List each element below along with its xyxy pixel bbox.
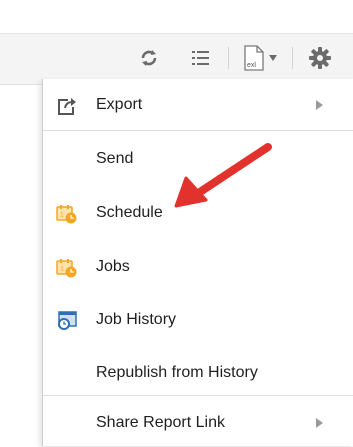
calendar-clock-icon: 1 bbox=[55, 203, 79, 225]
job-history-icon bbox=[55, 310, 79, 332]
menu-divider bbox=[43, 130, 353, 131]
menu-item-share-report-link[interactable]: Share Report Link bbox=[43, 399, 343, 447]
menu-item-republish-from-history[interactable]: Republish from History bbox=[43, 349, 343, 397]
settings-button[interactable] bbox=[306, 44, 334, 72]
menu-item-label: Job History bbox=[96, 311, 177, 328]
chevron-down-icon bbox=[269, 55, 277, 61]
calendar-clock-icon: 1 bbox=[55, 257, 79, 279]
export-format-button[interactable]: exl bbox=[238, 44, 282, 72]
menu-item-jobs[interactable]: 1 Jobs bbox=[43, 243, 343, 291]
menu-item-label: Export bbox=[96, 96, 143, 113]
list-button[interactable] bbox=[188, 44, 214, 72]
list-icon bbox=[192, 51, 209, 65]
export-file-icon: exl bbox=[244, 45, 264, 71]
menu-item-export[interactable]: Export bbox=[43, 81, 343, 129]
menu-item-label: Send bbox=[96, 150, 134, 167]
menu-divider bbox=[43, 395, 353, 396]
toolbar-separator bbox=[292, 47, 293, 69]
toolbar-separator bbox=[228, 47, 229, 69]
refresh-button[interactable] bbox=[136, 44, 162, 72]
refresh-icon bbox=[141, 50, 157, 66]
menu-item-label: Jobs bbox=[96, 258, 130, 275]
gear-icon bbox=[309, 47, 331, 69]
export-icon bbox=[55, 95, 79, 117]
report-toolbar: exl bbox=[0, 33, 353, 85]
menu-item-label: Republish from History bbox=[96, 364, 258, 381]
menu-item-send[interactable]: Send bbox=[43, 135, 343, 183]
export-file-badge: exl bbox=[247, 62, 256, 69]
menu-item-schedule[interactable]: 1 Schedule bbox=[43, 189, 343, 237]
menu-item-label: Schedule bbox=[96, 204, 163, 221]
menu-item-job-history[interactable]: Job History bbox=[43, 296, 343, 344]
menu-item-label: Share Report Link bbox=[96, 414, 225, 431]
actions-menu: Export Send 1 Schedule 1 Jobs Job Histor… bbox=[42, 79, 353, 446]
svg-text:1: 1 bbox=[60, 266, 64, 273]
submenu-arrow-icon bbox=[316, 100, 323, 110]
submenu-arrow-icon bbox=[316, 418, 323, 428]
svg-text:1: 1 bbox=[60, 212, 64, 219]
